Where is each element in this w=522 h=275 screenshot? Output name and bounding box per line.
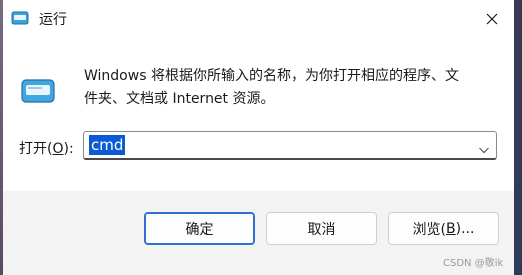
browse-label-accel: B	[446, 220, 456, 237]
run-app-icon	[11, 10, 29, 26]
open-combobox[interactable]: cmd	[83, 131, 497, 160]
ok-button[interactable]: 确定	[144, 212, 255, 245]
description-line-1: Windows 将根据你所输入的名称，为你打开相应的程序、文	[84, 68, 459, 84]
open-input[interactable]: cmd	[89, 135, 126, 155]
close-icon	[486, 10, 498, 29]
cancel-button[interactable]: 取消	[266, 212, 377, 245]
browse-label-prefix: 浏览(	[412, 221, 447, 238]
browse-button[interactable]: 浏览(B)...	[388, 212, 499, 245]
run-dialog: 运行 Windows 将根据你所输入的名称，为你打开相应的程序、文 件夹、文档或…	[3, 0, 514, 275]
browse-label-suffix: )...	[455, 220, 475, 237]
chevron-down-icon[interactable]	[478, 140, 490, 154]
open-label-suffix: ):	[63, 141, 74, 157]
dialog-body: Windows 将根据你所输入的名称，为你打开相应的程序、文 件夹、文档或 In…	[3, 38, 514, 191]
window-title: 运行	[39, 12, 67, 28]
button-bar: 确定 取消 浏览(B)...	[3, 191, 514, 275]
run-icon	[21, 77, 55, 107]
open-label-prefix: 打开(	[19, 141, 53, 157]
dialog-description: Windows 将根据你所输入的名称，为你打开相应的程序、文 件夹、文档或 In…	[84, 65, 504, 111]
title-bar[interactable]: 运行	[3, 0, 514, 38]
close-button[interactable]	[477, 7, 507, 31]
open-label: 打开(O):	[19, 138, 74, 158]
open-label-accel: O	[52, 141, 64, 157]
watermark: CSDN @敬ik	[443, 258, 504, 269]
description-line-2: 件夹、文档或 Internet 资源。	[84, 91, 275, 107]
